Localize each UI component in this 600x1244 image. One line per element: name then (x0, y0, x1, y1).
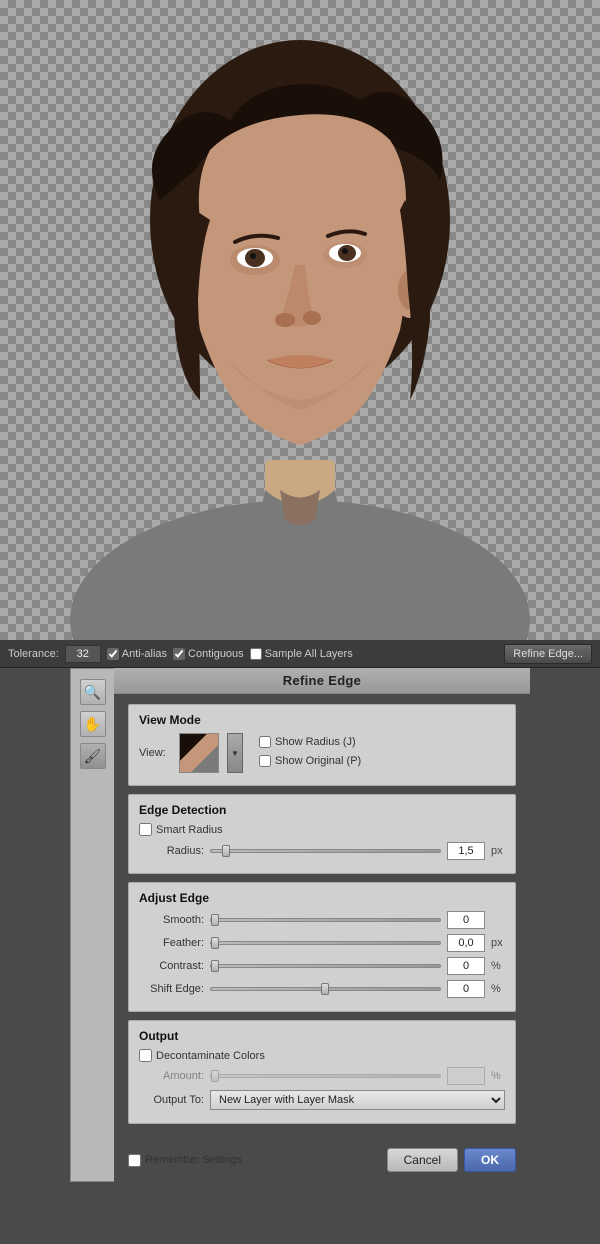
feather-row: Feather: px (139, 934, 505, 952)
shift-edge-unit: % (491, 983, 505, 995)
radius-value-input[interactable] (447, 842, 485, 860)
dialog-title: Refine Edge (114, 668, 530, 694)
contrast-unit: % (491, 960, 505, 972)
toolbar: Tolerance: Anti-alias Contiguous Sample … (0, 640, 600, 668)
output-section: Output Decontaminate Colors Amount: % Ou… (128, 1020, 516, 1124)
view-mode-row: View: ▼ Show Radius (J) Show Original (P… (139, 733, 505, 773)
refine-edge-button[interactable]: Refine Edge... (504, 644, 592, 664)
smart-radius-label: Smart Radius (156, 824, 223, 836)
shift-edge-slider-track[interactable] (210, 987, 441, 991)
feather-slider-thumb[interactable] (211, 937, 219, 949)
amount-slider-track (210, 1074, 441, 1078)
refine-edge-dialog: Refine Edge View Mode View: ▼ Show Radiu… (114, 668, 530, 1182)
smooth-value-input[interactable] (447, 911, 485, 929)
show-original-label: Show Original (P) (275, 755, 361, 767)
dialog-body: View Mode View: ▼ Show Radius (J) (114, 694, 530, 1142)
remember-settings-row: Remember Settings (128, 1154, 381, 1167)
contiguous-checkbox[interactable] (173, 648, 185, 660)
view-mode-section: View Mode View: ▼ Show Radius (J) (128, 704, 516, 786)
view-mode-title: View Mode (139, 713, 505, 727)
hand-tool-button[interactable]: ✋ (80, 711, 106, 737)
edge-detection-section: Edge Detection Smart Radius Radius: px (128, 794, 516, 874)
radius-slider-track[interactable] (210, 849, 441, 853)
view-dropdown-button[interactable]: ▼ (227, 733, 243, 773)
adjust-edge-section: Adjust Edge Smooth: Feather: p (128, 882, 516, 1012)
smooth-slider-thumb[interactable] (211, 914, 219, 926)
show-radius-label: Show Radius (J) (275, 736, 356, 748)
refine-edge-dialog-wrapper: 🔍 ✋ 🖌 Refine Edge View Mode View: ▼ (70, 668, 530, 1182)
brush-icon: 🖌 (84, 748, 102, 765)
contrast-value-input[interactable] (447, 957, 485, 975)
tolerance-label: Tolerance: (8, 648, 59, 660)
shift-edge-slider-thumb[interactable] (321, 983, 329, 995)
smart-radius-row: Smart Radius (139, 823, 505, 836)
show-radius-checkbox[interactable] (259, 736, 271, 748)
radius-unit: px (491, 845, 505, 857)
smooth-slider-track[interactable] (210, 918, 441, 922)
feather-label: Feather: (139, 937, 204, 949)
shift-edge-row: Shift Edge: % (139, 980, 505, 998)
sample-all-layers-group: Sample All Layers (250, 648, 353, 660)
tolerance-input[interactable] (65, 645, 101, 663)
magnify-icon: 🔍 (84, 684, 101, 701)
smooth-label: Smooth: (139, 914, 204, 926)
amount-value-input (447, 1067, 485, 1085)
smooth-row: Smooth: (139, 911, 505, 929)
sample-all-layers-checkbox[interactable] (250, 648, 262, 660)
output-to-label: Output To: (139, 1094, 204, 1106)
contrast-slider-track[interactable] (210, 964, 441, 968)
amount-unit: % (491, 1070, 505, 1082)
output-to-row: Output To: New Layer with Layer Mask Sel… (139, 1090, 505, 1110)
feather-unit: px (491, 937, 505, 949)
decontaminate-checkbox[interactable] (139, 1049, 152, 1062)
feather-value-input[interactable] (447, 934, 485, 952)
output-title: Output (139, 1029, 505, 1043)
hand-icon: ✋ (84, 716, 101, 733)
sample-all-layers-label: Sample All Layers (265, 648, 353, 660)
feather-slider-track[interactable] (210, 941, 441, 945)
cancel-button[interactable]: Cancel (387, 1148, 458, 1172)
amount-label: Amount: (139, 1070, 204, 1082)
contrast-row: Contrast: % (139, 957, 505, 975)
adjust-edge-title: Adjust Edge (139, 891, 505, 905)
remember-settings-label: Remember Settings (145, 1154, 242, 1166)
contiguous-group: Contiguous (173, 648, 244, 660)
contrast-slider-thumb[interactable] (211, 960, 219, 972)
magnify-tool-button[interactable]: 🔍 (80, 679, 106, 705)
view-thumbnail[interactable] (179, 733, 219, 773)
radius-row: Radius: px (139, 842, 505, 860)
radius-slider-thumb[interactable] (222, 845, 230, 857)
canvas-area (0, 0, 600, 640)
view-label: View: (139, 747, 171, 759)
anti-alias-group: Anti-alias (107, 648, 167, 660)
amount-row: Amount: % (139, 1067, 505, 1085)
contiguous-label: Contiguous (188, 648, 244, 660)
dialog-footer: Remember Settings Cancel OK (114, 1142, 530, 1182)
contrast-label: Contrast: (139, 960, 204, 972)
output-to-select[interactable]: New Layer with Layer Mask Selection Laye… (210, 1090, 505, 1110)
view-thumb-image (180, 734, 218, 772)
amount-slider-thumb (211, 1070, 219, 1082)
shift-edge-value-input[interactable] (447, 980, 485, 998)
show-radius-row: Show Radius (J) (259, 736, 361, 748)
decontaminate-row: Decontaminate Colors (139, 1049, 505, 1062)
show-original-row: Show Original (P) (259, 755, 361, 767)
ok-button[interactable]: OK (464, 1148, 516, 1172)
show-original-checkbox[interactable] (259, 755, 271, 767)
remember-settings-checkbox[interactable] (128, 1154, 141, 1167)
radius-label: Radius: (139, 845, 204, 857)
edge-detection-title: Edge Detection (139, 803, 505, 817)
decontaminate-label: Decontaminate Colors (156, 1050, 265, 1062)
anti-alias-checkbox[interactable] (107, 648, 119, 660)
smart-radius-checkbox[interactable] (139, 823, 152, 836)
shift-edge-label: Shift Edge: (139, 983, 204, 995)
anti-alias-label: Anti-alias (122, 648, 167, 660)
brush-tool-button[interactable]: 🖌 (80, 743, 106, 769)
tool-panel: 🔍 ✋ 🖌 (70, 668, 114, 1182)
